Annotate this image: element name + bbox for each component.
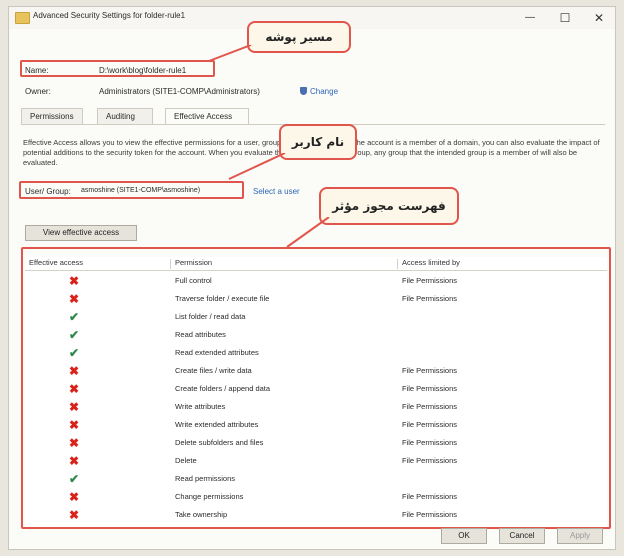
user-group-highlight-box bbox=[19, 181, 244, 199]
cancel-button[interactable]: Cancel bbox=[499, 528, 545, 544]
ok-button[interactable]: OK bbox=[441, 528, 487, 544]
effective-list-pointer bbox=[286, 217, 330, 248]
minimize-button[interactable]: — bbox=[514, 7, 546, 29]
advanced-security-window: Advanced Security Settings for folder-ru… bbox=[8, 6, 616, 550]
owner-value: Administrators (SITE1-COMP\Administrator… bbox=[99, 87, 260, 96]
tab-permissions[interactable]: Permissions bbox=[21, 108, 83, 124]
owner-label: Owner: bbox=[25, 87, 51, 96]
close-button[interactable]: ✕ bbox=[583, 7, 615, 29]
tab-auditing[interactable]: Auditing bbox=[97, 108, 153, 124]
maximize-button[interactable]: ☐ bbox=[549, 7, 581, 29]
folder-path-pointer bbox=[208, 45, 252, 62]
user-name-pointer bbox=[228, 153, 286, 180]
effective-list-callout: فهرست مجوز مؤثر bbox=[319, 187, 459, 225]
folder-path-callout-text: مسیر پوشه bbox=[265, 30, 333, 44]
shield-icon bbox=[300, 87, 307, 95]
view-effective-access-button[interactable]: View effective access bbox=[25, 225, 137, 241]
window-title: Advanced Security Settings for folder-ru… bbox=[33, 11, 186, 20]
table-highlight-box bbox=[21, 247, 611, 529]
folder-icon bbox=[15, 12, 30, 24]
effective-list-callout-text: فهرست مجوز مؤثر bbox=[332, 199, 446, 213]
tab-effective-access[interactable]: Effective Access bbox=[165, 108, 249, 125]
name-highlight-box bbox=[20, 60, 215, 77]
user-name-callout-text: نام کاربر bbox=[291, 135, 345, 149]
select-user-link[interactable]: Select a user bbox=[253, 187, 300, 196]
apply-button[interactable]: Apply bbox=[557, 528, 603, 544]
change-owner-link[interactable]: Change bbox=[310, 87, 338, 96]
